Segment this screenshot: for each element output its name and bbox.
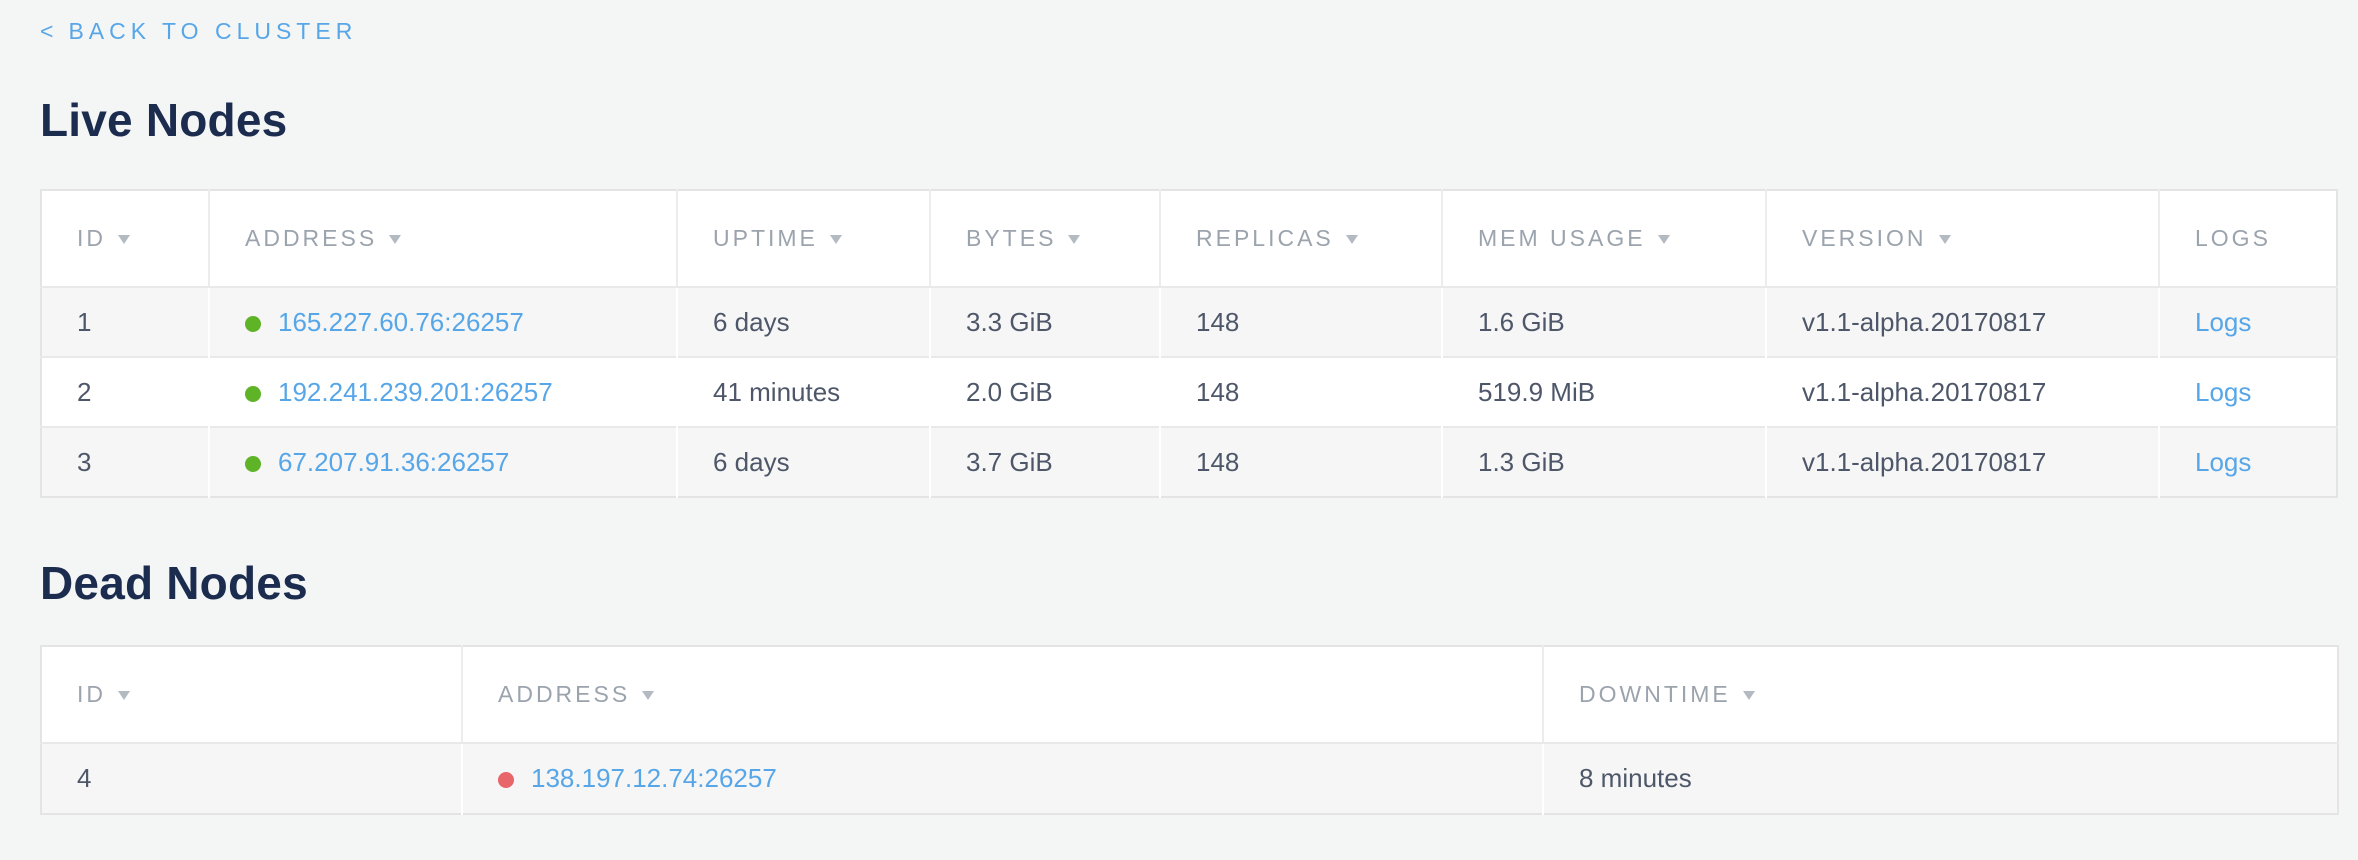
live-status-dot-icon bbox=[245, 316, 261, 332]
cell-bytes: 2.0 GiB bbox=[930, 357, 1160, 427]
column-header-id[interactable]: ID bbox=[41, 646, 462, 743]
column-header-label: ID bbox=[77, 225, 106, 251]
live-nodes-title: Live Nodes bbox=[40, 92, 2337, 148]
column-header-downtime[interactable]: DOWNTIME bbox=[1543, 646, 2338, 743]
column-header-replicas[interactable]: REPLICAS bbox=[1160, 190, 1442, 287]
cell-node-address: 165.227.60.76:26257 bbox=[209, 287, 677, 357]
logs-link[interactable]: Logs bbox=[2195, 377, 2251, 407]
sort-arrow-icon bbox=[1346, 235, 1358, 244]
node-address-link[interactable]: 138.197.12.74:26257 bbox=[531, 763, 777, 793]
table-row: 3 67.207.91.36:26257 6 days 3.7 GiB 148 … bbox=[41, 427, 2337, 497]
cell-replicas: 148 bbox=[1160, 427, 1442, 497]
sort-arrow-icon bbox=[830, 235, 842, 244]
back-to-cluster-link[interactable]: < BACK TO CLUSTER bbox=[40, 16, 357, 46]
sort-arrow-icon bbox=[389, 235, 401, 244]
column-header-label: LOGS bbox=[2195, 225, 2271, 251]
cell-uptime: 41 minutes bbox=[677, 357, 930, 427]
cell-node-address: 67.207.91.36:26257 bbox=[209, 427, 677, 497]
column-header-logs: LOGS bbox=[2159, 190, 2337, 287]
logs-link[interactable]: Logs bbox=[2195, 447, 2251, 477]
live-nodes-header-row: ID ADDRESS UPTIME BYTES REPLICAS MEM USA… bbox=[41, 190, 2337, 287]
cell-downtime: 8 minutes bbox=[1543, 743, 2338, 814]
dead-nodes-table: ID ADDRESS DOWNTIME 4 138.197.12.74:2625… bbox=[40, 645, 2339, 815]
column-header-mem-usage[interactable]: MEM USAGE bbox=[1442, 190, 1766, 287]
table-row: 1 165.227.60.76:26257 6 days 3.3 GiB 148… bbox=[41, 287, 2337, 357]
sort-arrow-icon bbox=[1068, 235, 1080, 244]
cell-node-id: 2 bbox=[41, 357, 209, 427]
dead-nodes-header-row: ID ADDRESS DOWNTIME bbox=[41, 646, 2338, 743]
cell-node-id: 1 bbox=[41, 287, 209, 357]
live-nodes-table: ID ADDRESS UPTIME BYTES REPLICAS MEM USA… bbox=[40, 189, 2338, 498]
column-header-id[interactable]: ID bbox=[41, 190, 209, 287]
cell-mem-usage: 519.9 MiB bbox=[1442, 357, 1766, 427]
column-header-version[interactable]: VERSION bbox=[1766, 190, 2159, 287]
column-header-address[interactable]: ADDRESS bbox=[462, 646, 1543, 743]
table-row: 4 138.197.12.74:26257 8 minutes bbox=[41, 743, 2338, 814]
sort-arrow-icon bbox=[118, 235, 130, 244]
cell-mem-usage: 1.6 GiB bbox=[1442, 287, 1766, 357]
column-header-label: ADDRESS bbox=[245, 225, 377, 251]
cell-bytes: 3.7 GiB bbox=[930, 427, 1160, 497]
cell-node-id: 3 bbox=[41, 427, 209, 497]
table-row: 2 192.241.239.201:26257 41 minutes 2.0 G… bbox=[41, 357, 2337, 427]
cell-uptime: 6 days bbox=[677, 427, 930, 497]
cell-node-id: 4 bbox=[41, 743, 462, 814]
back-chevron-icon: < bbox=[40, 18, 58, 44]
cell-logs: Logs bbox=[2159, 357, 2337, 427]
node-address-link[interactable]: 67.207.91.36:26257 bbox=[278, 447, 509, 477]
nodes-overview-page: < BACK TO CLUSTER Live Nodes ID ADDRESS U… bbox=[0, 0, 2358, 815]
sort-arrow-icon bbox=[1743, 691, 1755, 700]
cell-mem-usage: 1.3 GiB bbox=[1442, 427, 1766, 497]
sort-arrow-icon bbox=[642, 691, 654, 700]
cell-replicas: 148 bbox=[1160, 357, 1442, 427]
column-header-uptime[interactable]: UPTIME bbox=[677, 190, 930, 287]
column-header-label: REPLICAS bbox=[1196, 225, 1334, 251]
column-header-label: ID bbox=[77, 681, 106, 707]
cell-version: v1.1-alpha.20170817 bbox=[1766, 357, 2159, 427]
cell-replicas: 148 bbox=[1160, 287, 1442, 357]
cell-uptime: 6 days bbox=[677, 287, 930, 357]
cell-logs: Logs bbox=[2159, 427, 2337, 497]
dead-nodes-title: Dead Nodes bbox=[40, 555, 2337, 611]
live-status-dot-icon bbox=[245, 386, 261, 402]
column-header-label: DOWNTIME bbox=[1579, 681, 1731, 707]
cell-node-address: 192.241.239.201:26257 bbox=[209, 357, 677, 427]
sort-arrow-icon bbox=[118, 691, 130, 700]
node-address-link[interactable]: 192.241.239.201:26257 bbox=[278, 377, 553, 407]
column-header-bytes[interactable]: BYTES bbox=[930, 190, 1160, 287]
live-status-dot-icon bbox=[245, 456, 261, 472]
cell-version: v1.1-alpha.20170817 bbox=[1766, 287, 2159, 357]
column-header-address[interactable]: ADDRESS bbox=[209, 190, 677, 287]
column-header-label: UPTIME bbox=[713, 225, 818, 251]
cell-node-address: 138.197.12.74:26257 bbox=[462, 743, 1543, 814]
cell-version: v1.1-alpha.20170817 bbox=[1766, 427, 2159, 497]
column-header-label: ADDRESS bbox=[498, 681, 630, 707]
cell-bytes: 3.3 GiB bbox=[930, 287, 1160, 357]
back-to-cluster-label: BACK TO CLUSTER bbox=[68, 18, 357, 44]
node-address-link[interactable]: 165.227.60.76:26257 bbox=[278, 307, 524, 337]
logs-link[interactable]: Logs bbox=[2195, 307, 2251, 337]
cell-logs: Logs bbox=[2159, 287, 2337, 357]
dead-status-dot-icon bbox=[498, 772, 514, 788]
sort-arrow-icon bbox=[1939, 235, 1951, 244]
column-header-label: VERSION bbox=[1802, 225, 1927, 251]
column-header-label: MEM USAGE bbox=[1478, 225, 1646, 251]
sort-arrow-icon bbox=[1658, 235, 1670, 244]
column-header-label: BYTES bbox=[966, 225, 1056, 251]
